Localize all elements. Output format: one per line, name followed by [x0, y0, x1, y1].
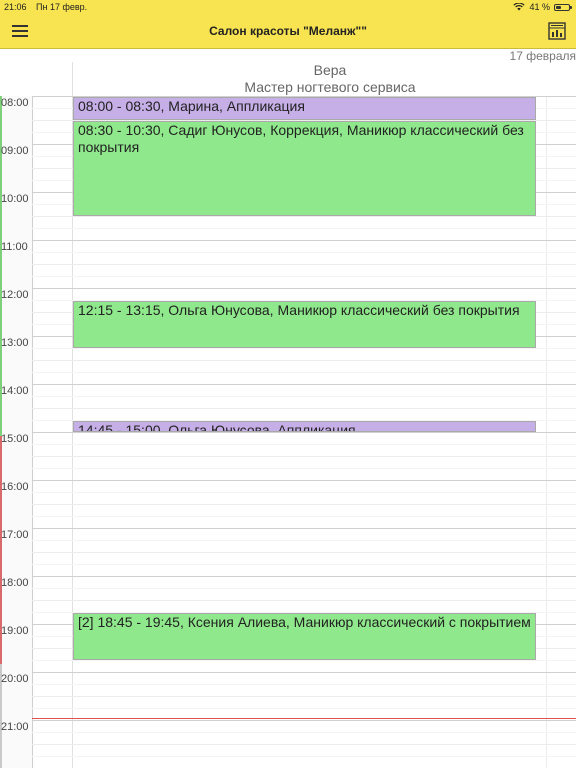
minor-line: [32, 564, 576, 565]
status-time: 21:06: [4, 2, 27, 12]
minor-line: [32, 732, 576, 733]
hour-line: [32, 576, 576, 577]
hour-label: 16:00: [1, 481, 29, 493]
hour-line: [32, 480, 576, 481]
battery-level: [556, 5, 561, 9]
minor-line: [32, 348, 576, 349]
battery-icon: [554, 3, 572, 11]
hour-label: 19:00: [1, 625, 29, 637]
schedule-grid[interactable]: 08:00 09:00 10:00 11:00 12:00 13:00 14:00 15:00…: [0, 62, 576, 768]
minor-line: [32, 408, 576, 409]
wifi-icon: [513, 3, 526, 11]
minor-line: [32, 588, 576, 589]
minor-line: [32, 492, 576, 493]
battery-percent: 41 %: [529, 2, 550, 12]
hour-line: [32, 240, 576, 241]
hour-label: 13:00: [1, 337, 29, 349]
hour-label: 18:00: [1, 577, 29, 589]
minor-line: [32, 216, 576, 217]
hour-label: 17:00: [1, 529, 29, 541]
minor-line: [32, 468, 576, 469]
hour-label: 09:00: [1, 145, 29, 157]
status-indicators: 41 %: [513, 2, 572, 12]
minor-line: [32, 264, 576, 265]
minor-line: [32, 516, 576, 517]
minor-line: [32, 684, 576, 685]
minor-line: [32, 552, 576, 553]
hour-label: 10:00: [1, 193, 29, 205]
minor-line: [32, 660, 576, 661]
appointment-block[interactable]: [2] 18:45 - 19:45, Ксения Алиева, Маникю…: [73, 613, 536, 660]
minor-line: [32, 360, 576, 361]
hour-label: 15:00: [1, 433, 29, 445]
appointment-block[interactable]: 08:30 - 10:30, Садиг Юнусов, Коррекция, …: [73, 121, 536, 216]
minor-line: [32, 504, 576, 505]
appointment-block[interactable]: 14:45 - 15:00, Ольга Юнусова, Аппликация: [73, 421, 536, 432]
appointment-block[interactable]: 08:00 - 08:30, Марина, Аппликация: [73, 97, 536, 120]
minor-line: [32, 372, 576, 373]
hour-line: [32, 384, 576, 385]
app-header: 21:06 Пн 17 февр. 41 % Салон красоты "Ме…: [0, 0, 576, 49]
report-button[interactable]: [546, 20, 568, 42]
minor-line: [32, 744, 576, 745]
hour-line: [32, 672, 576, 673]
hour-line: [32, 528, 576, 529]
minor-line: [32, 708, 576, 709]
page-title: Салон красоты "Меланж"": [209, 24, 367, 38]
minor-line: [32, 456, 576, 457]
schedule-date: 17 февраля: [509, 49, 576, 63]
current-time-line: [32, 718, 576, 719]
hour-label: 21:00: [1, 721, 29, 733]
minor-line: [32, 540, 576, 541]
minor-line: [32, 228, 576, 229]
hour-line: [32, 720, 576, 721]
hour-label: 20:00: [1, 673, 29, 685]
minor-line: [32, 252, 576, 253]
report-chart-icon: [548, 22, 566, 40]
minor-line: [32, 756, 576, 757]
appointment-block[interactable]: 12:15 - 13:15, Ольга Юнусова, Маникюр кл…: [73, 301, 536, 348]
minor-line: [32, 444, 576, 445]
minor-line: [32, 696, 576, 697]
minor-line: [32, 600, 576, 601]
hour-label: 12:00: [1, 289, 29, 301]
hour-line: [32, 288, 576, 289]
master-column-header[interactable]: Вера Мастер ногтевого сервиса: [72, 62, 576, 96]
master-role: Мастер ногтевого сервиса: [244, 79, 416, 95]
hour-label: 08:00: [1, 97, 29, 109]
hour-label: 11:00: [1, 241, 28, 253]
status-date: Пн 17 февр.: [36, 2, 88, 12]
minor-line: [32, 276, 576, 277]
hour-line: [32, 432, 576, 433]
minor-line: [32, 396, 576, 397]
master-name: Вера: [313, 62, 347, 78]
hour-label: 14:00: [1, 385, 29, 397]
